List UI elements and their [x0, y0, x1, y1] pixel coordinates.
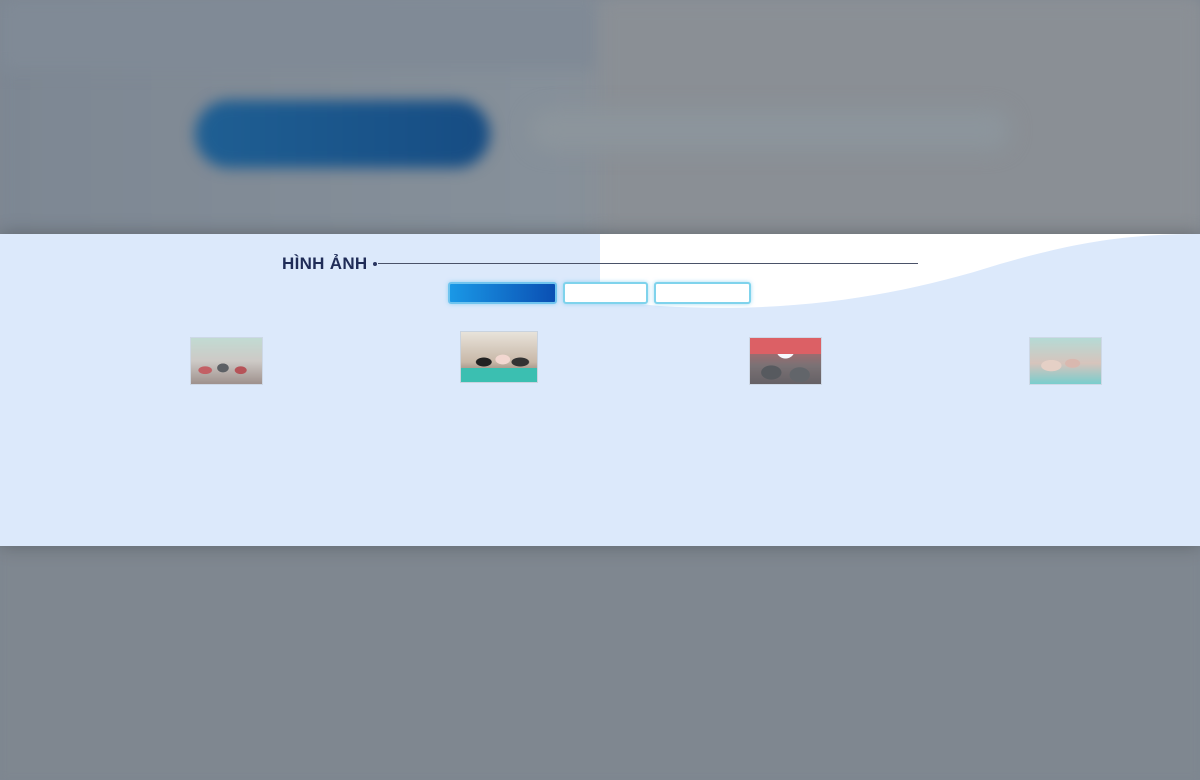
background-nav: [530, 110, 1010, 150]
background-topbar: [0, 0, 600, 70]
gallery-modal: HÌNH ẢNH: [0, 234, 1200, 546]
title-dot: [373, 262, 377, 266]
background-blue-button: [195, 100, 490, 168]
section-title: HÌNH ẢNH: [282, 254, 368, 273]
gallery-tabs: [448, 282, 751, 304]
gallery-thumbnail-3[interactable]: [749, 337, 822, 385]
gallery-tab-3[interactable]: [654, 282, 751, 304]
background-footer: [0, 546, 1200, 780]
gallery-thumbnail-4[interactable]: [1029, 337, 1102, 385]
gallery-tab-1[interactable]: [448, 282, 557, 304]
title-divider: [378, 263, 918, 264]
gallery-tab-2[interactable]: [563, 282, 648, 304]
gallery-thumbnail-2[interactable]: [460, 331, 538, 383]
gallery-thumbnail-1[interactable]: [190, 337, 263, 385]
